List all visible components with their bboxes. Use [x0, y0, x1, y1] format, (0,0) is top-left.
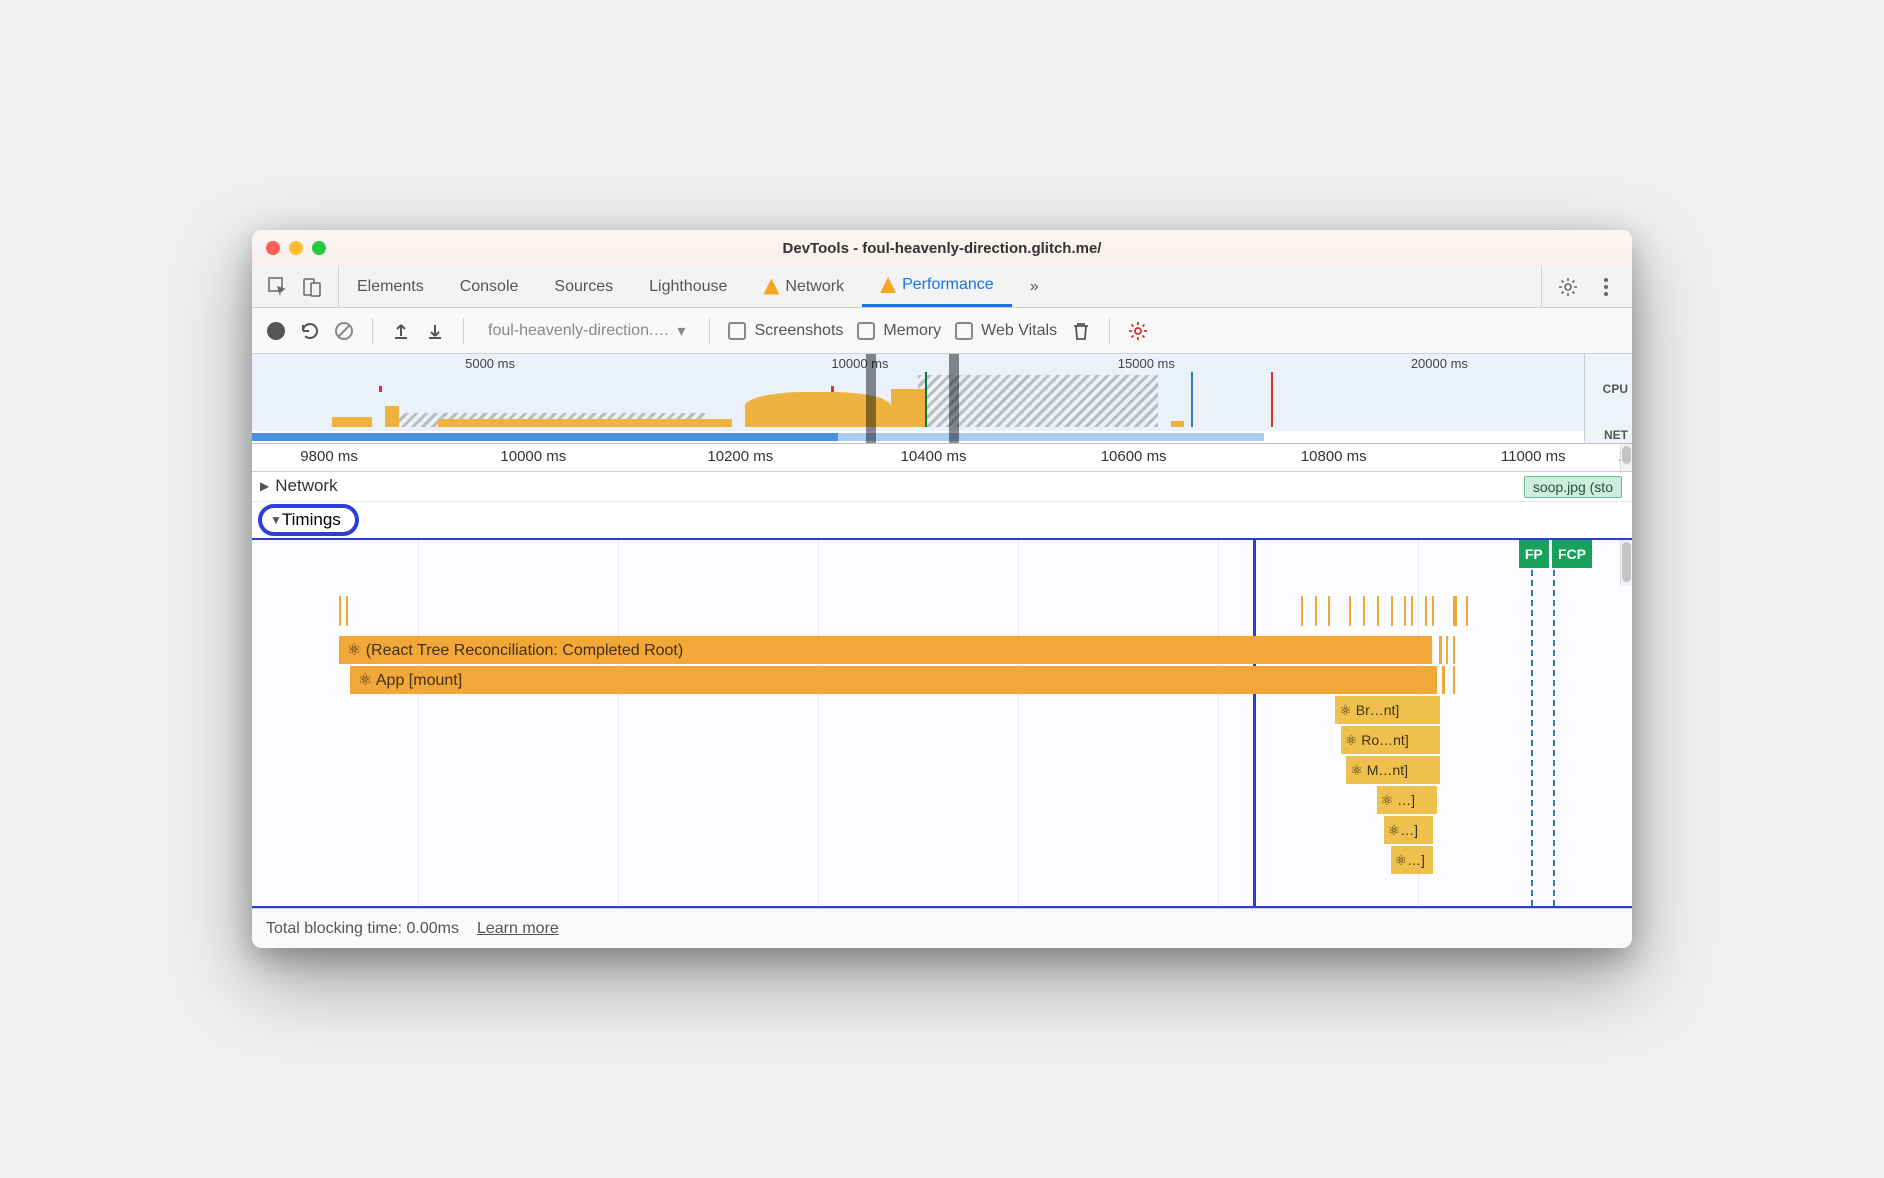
kebab-menu-icon[interactable] — [1596, 277, 1616, 297]
flame-item[interactable]: ⚛ M…nt] — [1346, 756, 1440, 784]
tab-console[interactable]: Console — [442, 266, 537, 307]
ruler-tick: 10000 ms — [500, 448, 566, 465]
webvitals-checkbox[interactable]: Web Vitals — [955, 322, 1057, 340]
flame-react-reconciliation[interactable]: ⚛ (React Tree Reconciliation: Completed … — [339, 636, 1432, 664]
footer-status: Total blocking time: 0.00ms Learn more — [252, 908, 1632, 948]
performance-toolbar: foul-heavenly-direction.… ▾ Screenshots … — [252, 308, 1632, 354]
fp-marker[interactable]: FP — [1519, 540, 1549, 568]
timings-flamechart[interactable]: FP FCP ⚛ (React Tree Reconciliation: Com… — [252, 538, 1632, 908]
chevron-right-icon: ▶ — [260, 479, 269, 493]
learn-more-link[interactable]: Learn more — [477, 920, 559, 938]
upload-button[interactable] — [391, 321, 411, 341]
total-blocking-time: Total blocking time: 0.00ms — [266, 920, 459, 938]
overview-cpu-label: CPU — [1603, 382, 1628, 396]
overview-selection-end[interactable] — [949, 354, 959, 443]
flame-app-mount[interactable]: ⚛ App [mount] — [350, 666, 1437, 694]
settings-icon[interactable] — [1558, 277, 1578, 297]
capture-settings-icon[interactable] — [1128, 321, 1148, 341]
overview-selection-start[interactable] — [866, 354, 876, 443]
flame-item[interactable]: ⚛ …] — [1377, 786, 1438, 814]
close-window-button[interactable] — [266, 241, 280, 255]
reload-button[interactable] — [300, 321, 320, 341]
titlebar: DevTools - foul-heavenly-direction.glitc… — [252, 230, 1632, 266]
timings-track-header[interactable]: ▼ Timings — [258, 504, 359, 536]
target-select[interactable]: foul-heavenly-direction.… ▾ — [482, 321, 691, 341]
ruler-tick: 10800 ms — [1301, 448, 1367, 465]
overview-tick: 5000 ms — [465, 356, 515, 371]
clear-button[interactable] — [334, 321, 354, 341]
record-button[interactable] — [266, 321, 286, 341]
chevron-down-icon: ▾ — [677, 321, 685, 341]
window-title: DevTools - foul-heavenly-direction.glitc… — [252, 240, 1632, 257]
network-request-item[interactable]: soop.jpg (sto — [1524, 476, 1622, 498]
tracks-area: ▶ Network soop.jpg (sto ▼ Timings — [252, 472, 1632, 908]
tab-lighthouse[interactable]: Lighthouse — [631, 266, 745, 307]
fcp-marker[interactable]: FCP — [1552, 540, 1592, 568]
ruler-tick: 11000 ms — [1501, 448, 1566, 465]
panel-tabs: Elements Console Sources Lighthouse Netw… — [252, 266, 1632, 308]
minimize-window-button[interactable] — [289, 241, 303, 255]
tab-performance[interactable]: Performance — [862, 266, 1012, 307]
timeline-overview[interactable]: 5000 ms 10000 ms 15000 ms 20000 ms CPU N… — [252, 354, 1632, 444]
overview-tick: 15000 ms — [1118, 356, 1175, 371]
chevron-down-icon: ▼ — [270, 513, 282, 527]
ruler-tick: 10400 ms — [901, 448, 967, 465]
flame-item[interactable]: ⚛ Ro…nt] — [1341, 726, 1440, 754]
flame-item[interactable]: ⚛…] — [1384, 816, 1434, 844]
devtools-window: DevTools - foul-heavenly-direction.glitc… — [252, 230, 1632, 948]
screenshots-checkbox[interactable]: Screenshots — [728, 322, 843, 340]
overview-net-label: NET — [1604, 428, 1628, 442]
delete-icon[interactable] — [1071, 321, 1091, 341]
detail-ruler[interactable]: 9800 ms 10000 ms 10200 ms 10400 ms 10600… — [252, 444, 1632, 472]
overview-tick: 20000 ms — [1411, 356, 1468, 371]
flame-item[interactable]: ⚛ Br…nt] — [1335, 696, 1440, 724]
overview-tick: 10000 ms — [831, 356, 888, 371]
device-toolbar-icon[interactable] — [302, 277, 322, 297]
network-track[interactable]: ▶ Network soop.jpg (sto — [252, 472, 1632, 502]
ruler-tick: 9800 ms — [300, 448, 358, 465]
ruler-tick: 10600 ms — [1101, 448, 1167, 465]
tab-sources[interactable]: Sources — [536, 266, 631, 307]
warning-icon — [763, 279, 779, 295]
flame-item[interactable]: ⚛…] — [1391, 846, 1434, 874]
ruler-tick: 10200 ms — [707, 448, 773, 465]
timings-track-label: Timings — [282, 510, 341, 530]
warning-icon — [880, 277, 896, 293]
window-controls — [266, 241, 326, 255]
memory-checkbox[interactable]: Memory — [857, 322, 941, 340]
tabs-more[interactable]: » — [1012, 266, 1057, 307]
download-button[interactable] — [425, 321, 445, 341]
tab-network[interactable]: Network — [745, 266, 862, 307]
inspect-element-icon[interactable] — [268, 277, 288, 297]
tab-elements[interactable]: Elements — [339, 266, 442, 307]
network-track-label: Network — [275, 476, 337, 496]
maximize-window-button[interactable] — [312, 241, 326, 255]
